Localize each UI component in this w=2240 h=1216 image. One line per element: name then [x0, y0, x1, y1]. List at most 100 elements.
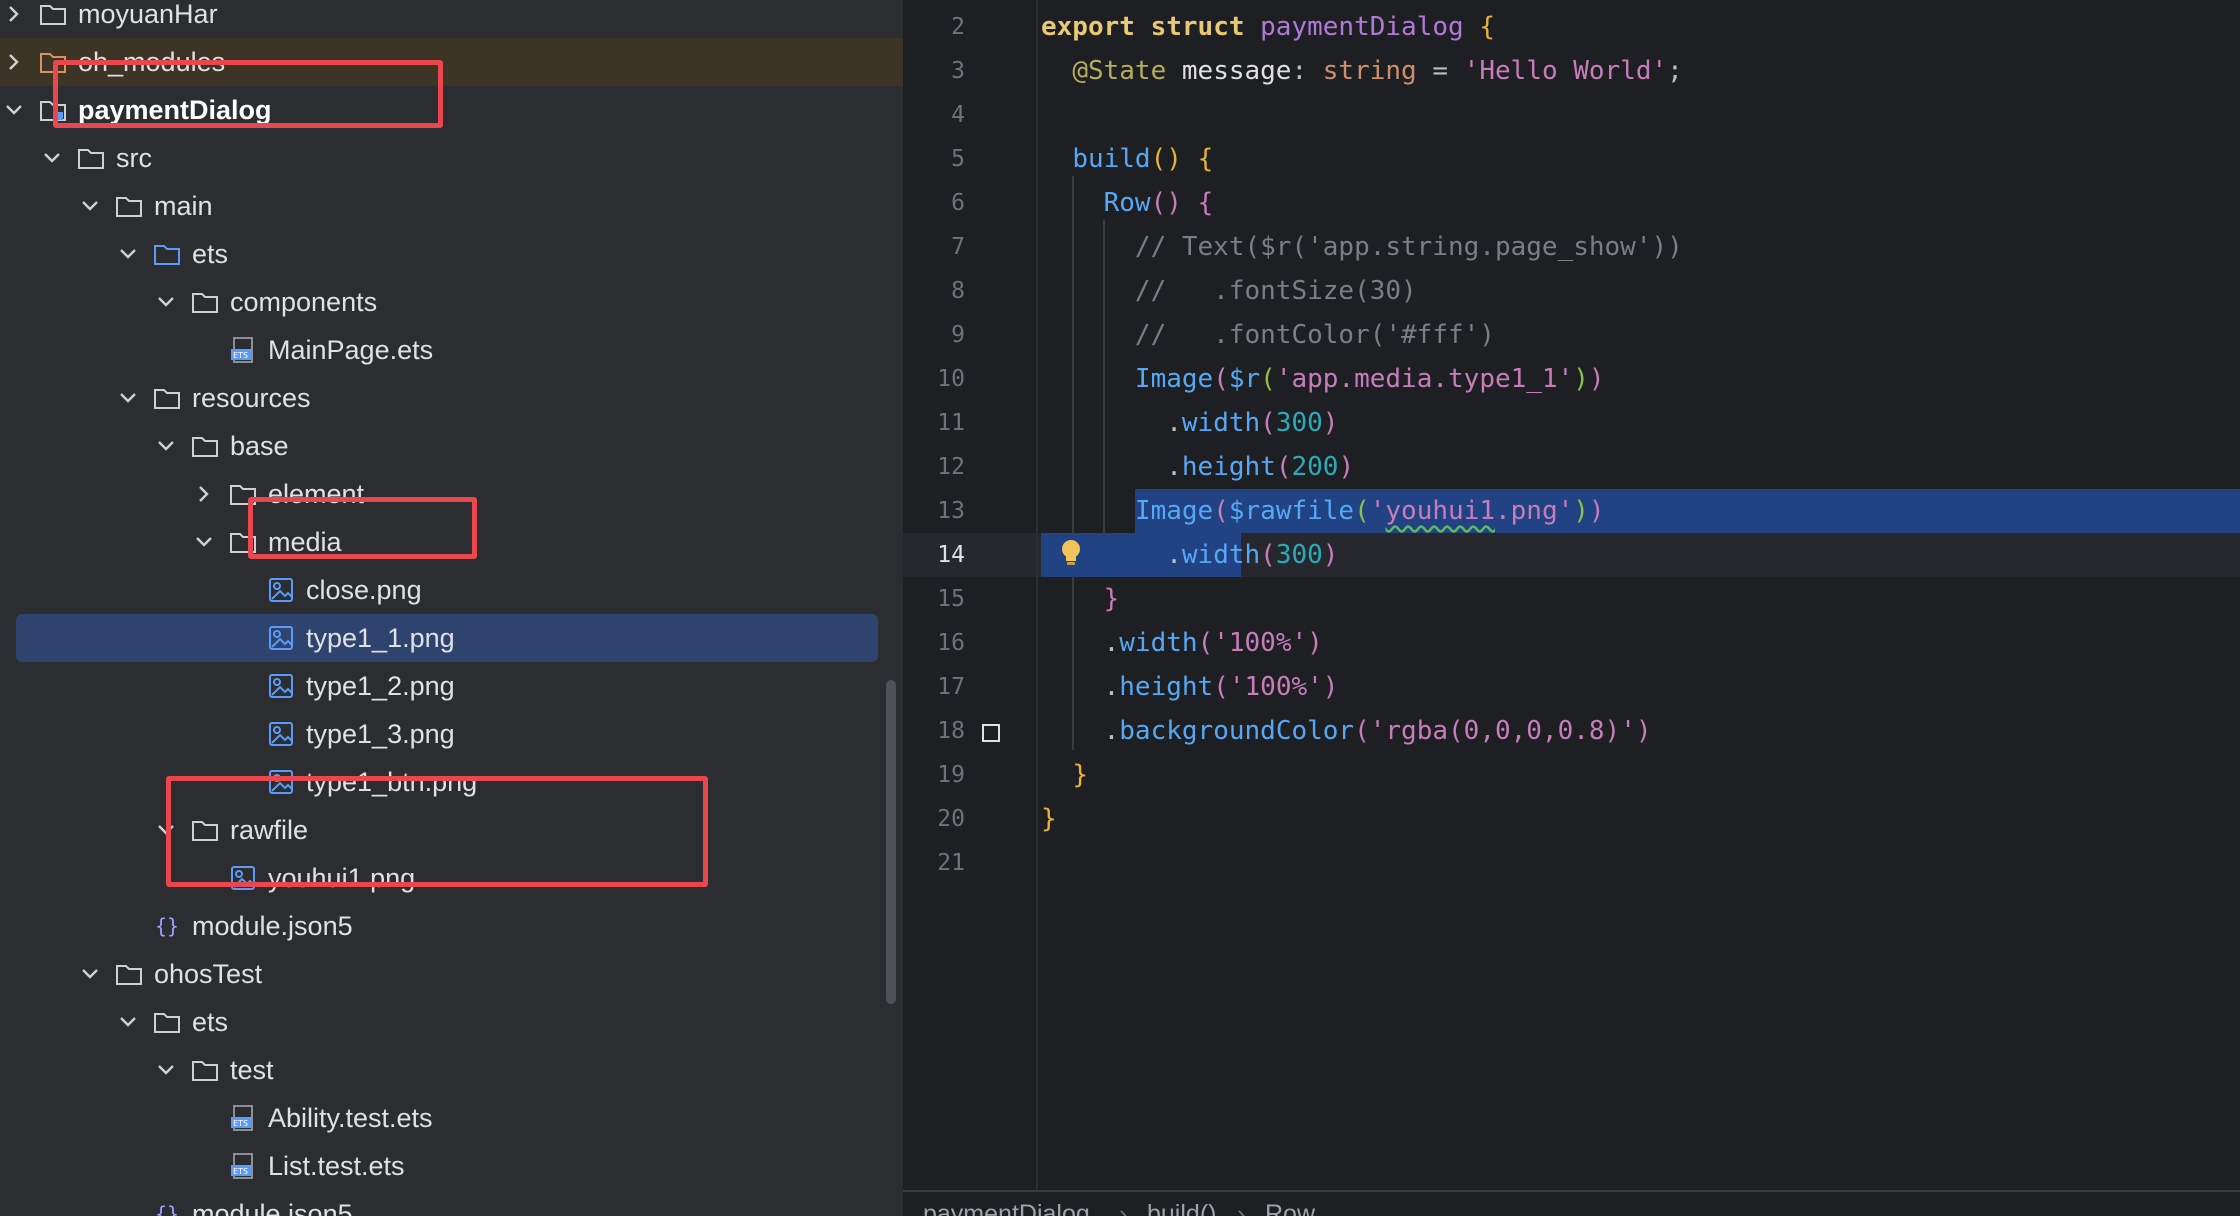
breadcrumb-item[interactable]: Row	[1265, 1200, 1315, 1216]
code-line-7[interactable]: // Text($r('app.string.page_show'))	[1041, 225, 1683, 269]
tree-item-label: Ability.test.ets	[268, 1103, 433, 1133]
line-number[interactable]: 8	[903, 269, 965, 313]
tree-folder-row[interactable]: moyuanHar	[0, 0, 903, 38]
tree-scrollbar-track[interactable]	[884, 0, 900, 1216]
chevron-down-icon[interactable]	[152, 1056, 180, 1084]
tree-folder-row[interactable]: main	[0, 182, 903, 230]
chevron-down-icon[interactable]	[114, 384, 142, 412]
tree-folder-row[interactable]: ohosTest	[0, 950, 903, 998]
code-line-20[interactable]: }	[1041, 797, 1057, 841]
tree-file-row[interactable]: type1_3.png	[0, 710, 903, 758]
breadcrumb-bar: paymentDialog › build() › Row	[903, 1190, 2240, 1216]
code-line-14[interactable]: .width(300)	[1041, 533, 1338, 577]
code-line-2[interactable]: export struct paymentDialog {	[1041, 5, 1495, 49]
chevron-down-icon[interactable]	[76, 192, 104, 220]
tree-file-row[interactable]: ETS Ability.test.ets	[0, 1094, 903, 1142]
chevron-down-icon[interactable]	[152, 432, 180, 460]
tree-scrollbar-thumb[interactable]	[886, 680, 896, 1004]
line-number[interactable]: 20	[903, 797, 965, 841]
tree-folder-row[interactable]: oh_modules	[0, 38, 903, 86]
tree-file-row[interactable]: youhui1.png	[0, 854, 903, 902]
line-number[interactable]: 16	[903, 621, 965, 665]
code-line-3[interactable]: @State message: string = 'Hello World';	[1041, 49, 1683, 93]
line-number[interactable]: 2	[903, 5, 965, 49]
folder-blue-icon	[152, 239, 182, 269]
code-line-5[interactable]: build() {	[1041, 137, 1213, 181]
code-line-12[interactable]: .height(200)	[1041, 445, 1354, 489]
code-line-9[interactable]: // .fontColor('#fff')	[1041, 313, 1495, 357]
tree-file-row[interactable]: type1_1.png	[16, 614, 878, 662]
breadcrumb-item[interactable]: paymentDialog	[923, 1200, 1090, 1216]
line-number[interactable]: 6	[903, 181, 965, 225]
tree-folder-row[interactable]: components	[0, 278, 903, 326]
tree-file-row[interactable]: ETS MainPage.ets	[0, 326, 903, 374]
chevron-right-icon[interactable]	[0, 48, 28, 76]
line-number[interactable]: 18	[903, 709, 965, 753]
line-number[interactable]: 21	[903, 841, 965, 885]
chevron-right-icon[interactable]	[190, 480, 218, 508]
code-line-13[interactable]: Image($rawfile('youhui1.png'))	[1041, 489, 1605, 533]
line-number[interactable]: 19	[903, 753, 965, 797]
image-file-icon	[266, 719, 296, 749]
tree-folder-row[interactable]: element	[0, 470, 903, 518]
chevron-down-icon[interactable]	[190, 528, 218, 556]
line-number[interactable]: 9	[903, 313, 965, 357]
line-number[interactable]: 5	[903, 137, 965, 181]
code-line-15[interactable]: }	[1041, 577, 1120, 621]
chevron-down-icon[interactable]	[152, 816, 180, 844]
tree-folder-row[interactable]: resources	[0, 374, 903, 422]
tree-file-row[interactable]: close.png	[0, 566, 903, 614]
line-number[interactable]: 4	[903, 93, 965, 137]
breadcrumb-item[interactable]: build()	[1147, 1200, 1216, 1216]
tree-item-label: ets	[192, 239, 229, 269]
chevron-right-icon[interactable]	[0, 0, 28, 28]
line-number[interactable]: 12	[903, 445, 965, 489]
tree-folder-row[interactable]: rawfile	[0, 806, 903, 854]
bookmark-icon[interactable]	[982, 724, 1000, 742]
tree-folder-row[interactable]: media	[0, 518, 903, 566]
chevron-down-icon[interactable]	[152, 288, 180, 316]
chevron-down-icon[interactable]	[0, 96, 28, 124]
tree-item-label: moyuanHar	[78, 0, 218, 29]
code-line-11[interactable]: .width(300)	[1041, 401, 1338, 445]
chevron-down-icon[interactable]	[114, 1008, 142, 1036]
chevron-down-icon[interactable]	[76, 960, 104, 988]
line-number[interactable]: 15	[903, 577, 965, 621]
code-line-17[interactable]: .height('100%')	[1041, 665, 1339, 709]
line-number[interactable]: 11	[903, 401, 965, 445]
tree-folder-row[interactable]: src	[0, 134, 903, 182]
tree-folder-row[interactable]: base	[0, 422, 903, 470]
code-line-6[interactable]: Row() {	[1041, 181, 1214, 225]
tree-file-row[interactable]: {} module.json5	[0, 902, 903, 950]
line-number[interactable]: 7	[903, 225, 965, 269]
image-file-icon	[266, 623, 296, 653]
tree-folder-row[interactable]: paymentDialog	[0, 86, 903, 134]
code-editor[interactable]: 2 3 4 5 6 7 8 9 10 11 12 13 14 15 16 17 18 19 20 21 export …	[903, 0, 2240, 1216]
tree-folder-row[interactable]: ets	[0, 998, 903, 1046]
tree-item-label: MainPage.ets	[268, 335, 434, 365]
line-number[interactable]: 3	[903, 49, 965, 93]
tree-file-row[interactable]: ETS List.test.ets	[0, 1142, 903, 1190]
code-line-8[interactable]: // .fontSize(30)	[1041, 269, 1417, 313]
tree-file-row[interactable]: type1_2.png	[0, 662, 903, 710]
line-number[interactable]: 13	[903, 489, 965, 533]
tree-folder-row[interactable]: ets	[0, 230, 903, 278]
tree-folder-row[interactable]: test	[0, 1046, 903, 1094]
code-line-10[interactable]: Image($r('app.media.type1_1'))	[1041, 357, 1605, 401]
line-number[interactable]: 17	[903, 665, 965, 709]
line-number[interactable]: 14	[903, 533, 965, 577]
code-line-19[interactable]: }	[1041, 753, 1088, 797]
tree-item-label: module.json5	[192, 911, 353, 941]
code-line-16[interactable]: .width('100%')	[1041, 621, 1323, 665]
tree-file-row[interactable]: type1_btn.png	[0, 758, 903, 806]
tree-item-label: media	[268, 527, 342, 557]
tree-file-row[interactable]: {} module.json5	[0, 1190, 903, 1216]
lightbulb-icon[interactable]	[1059, 538, 1083, 568]
code-line-18[interactable]: .backgroundColor('rgba(0,0,0,0.8)')	[1041, 709, 1652, 753]
chevron-down-icon[interactable]	[38, 144, 66, 172]
chevron-down-icon[interactable]	[114, 240, 142, 268]
folder-icon	[190, 815, 220, 845]
line-number[interactable]: 10	[903, 357, 965, 401]
breadcrumb-separator: ›	[1119, 1200, 1128, 1216]
